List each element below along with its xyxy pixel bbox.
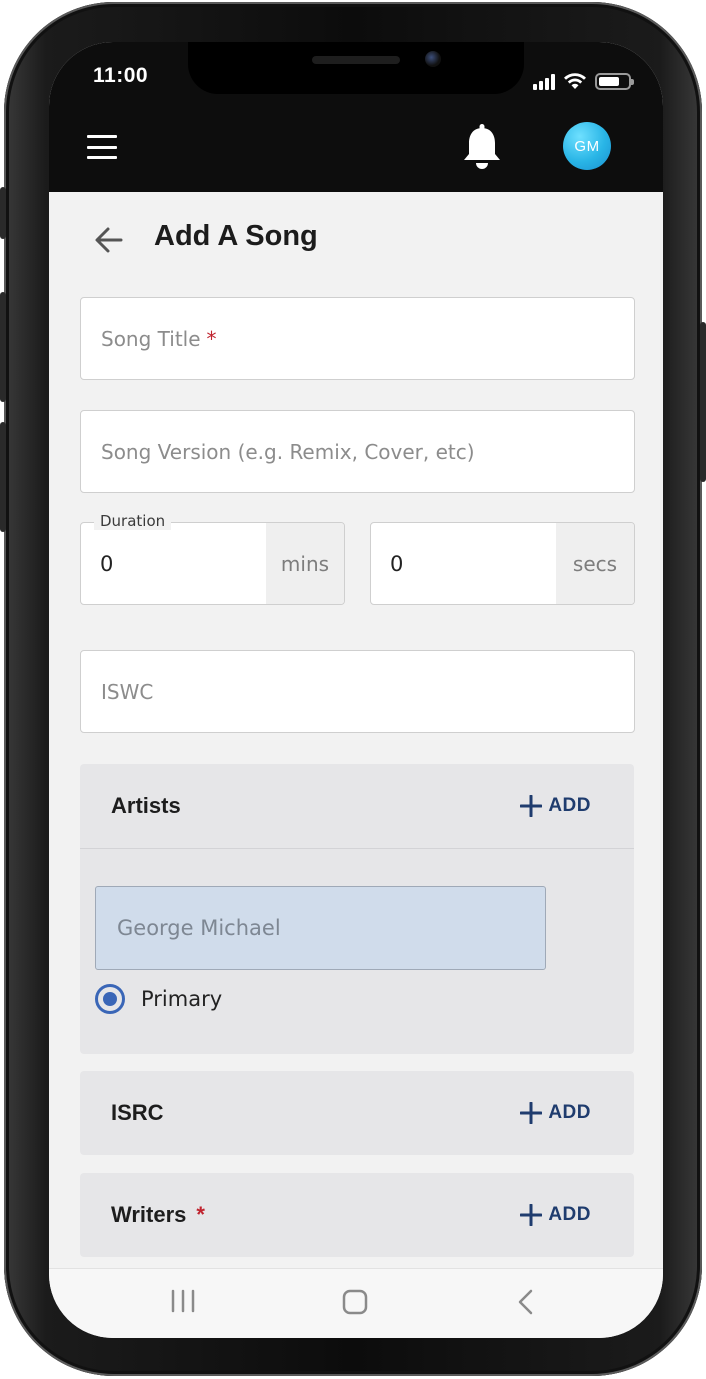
song-version-input[interactable]: Song Version (e.g. Remix, Cover, etc) (80, 410, 635, 493)
screen: 11:00 GM Add A Song Song Title * Song Ve… (49, 42, 663, 1338)
page-title: Add A Song (154, 220, 318, 252)
side-button-volume-down (0, 422, 6, 532)
system-navigation-bar (49, 1268, 663, 1338)
wifi-icon (564, 73, 586, 89)
add-artist-button[interactable]: ADD (520, 795, 591, 817)
phone-frame: 11:00 GM Add A Song Song Title * Song Ve… (0, 2, 706, 1376)
song-title-input[interactable]: Song Title * (80, 297, 635, 380)
duration-seconds-input[interactable]: 0 (371, 523, 556, 604)
artists-section: Artists ADD George Michael Primary (80, 764, 634, 1054)
battery-fill (599, 77, 619, 86)
primary-role-radio[interactable]: Primary (95, 984, 222, 1014)
side-button-power (700, 322, 706, 482)
radio-selected-dot (103, 992, 117, 1006)
primary-role-label: Primary (141, 987, 223, 1011)
duration-minutes-field: 0 mins (80, 522, 345, 605)
add-isrc-button[interactable]: ADD (520, 1102, 591, 1124)
isrc-title: ISRC (111, 1100, 164, 1125)
isrc-section: ISRC ADD (80, 1071, 634, 1155)
writers-section: Writers * ADD (80, 1173, 634, 1257)
song-title-placeholder: Song Title (101, 326, 201, 351)
home-icon[interactable] (342, 1289, 368, 1320)
add-writer-label: ADD (548, 1204, 591, 1225)
minutes-unit-label: mins (266, 523, 344, 604)
side-button-volume-up (0, 292, 6, 402)
side-button-mute (0, 187, 6, 239)
status-time: 11:00 (93, 64, 149, 87)
recents-icon[interactable] (170, 1289, 196, 1318)
required-asterisk: * (196, 1202, 205, 1227)
writers-title-text: Writers (111, 1202, 187, 1227)
bell-icon[interactable] (460, 124, 504, 170)
artists-section-header: Artists ADD (80, 764, 634, 848)
add-artist-label: ADD (548, 795, 591, 816)
status-icons (533, 68, 634, 90)
artist-name-field[interactable]: George Michael (95, 886, 546, 970)
writers-section-header: Writers * ADD (80, 1173, 634, 1257)
avatar[interactable]: GM (563, 122, 611, 170)
artists-title: Artists (111, 793, 181, 818)
back-chevron-icon[interactable] (516, 1289, 536, 1320)
isrc-section-header: ISRC ADD (80, 1071, 634, 1155)
front-camera (425, 51, 441, 67)
arrow-left-icon[interactable] (93, 225, 125, 255)
duration-seconds-field: 0 secs (370, 522, 635, 605)
iswc-placeholder: ISWC (101, 679, 154, 704)
duration-minutes-input[interactable]: 0 (81, 523, 266, 604)
seconds-unit-label: secs (556, 523, 634, 604)
plus-icon (520, 1204, 543, 1226)
notch (188, 42, 524, 94)
section-divider (80, 848, 634, 849)
writers-title: Writers * (111, 1202, 205, 1228)
battery-icon (595, 73, 634, 90)
required-asterisk: * (206, 326, 217, 351)
song-version-placeholder: Song Version (e.g. Remix, Cover, etc) (101, 439, 475, 464)
plus-icon (520, 1102, 543, 1124)
duration-label: Duration (94, 512, 172, 530)
plus-icon (520, 795, 543, 817)
add-writer-button[interactable]: ADD (520, 1204, 591, 1226)
speaker-grille (312, 56, 400, 64)
iswc-input[interactable]: ISWC (80, 650, 635, 733)
radio-button[interactable] (95, 984, 125, 1014)
app-header: 11:00 GM (49, 42, 663, 192)
hamburger-menu-icon[interactable] (87, 135, 117, 159)
add-isrc-label: ADD (548, 1102, 591, 1123)
cellular-signal-icon (533, 74, 555, 90)
